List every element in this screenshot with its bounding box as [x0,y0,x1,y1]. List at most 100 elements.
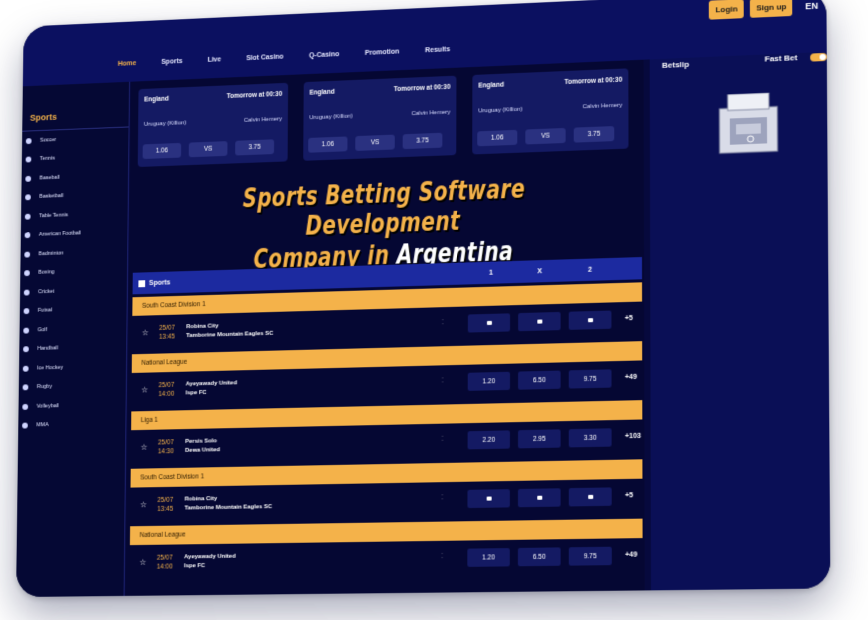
volleyball-icon [22,403,29,410]
sidebar-item-rugby[interactable]: Rugby [22,376,125,398]
rugby-icon [22,384,29,391]
odds-home-button[interactable] [467,489,510,509]
more-options-icon[interactable]: · · [441,492,443,502]
favorite-star-icon[interactable]: ☆ [141,443,148,452]
odds-home-button[interactable]: 1.06 [477,129,518,147]
sidebar-title: Sports [22,81,130,132]
more-markets-button[interactable]: +49 [625,374,637,381]
nav-home[interactable]: Home [118,60,137,68]
fast-bet-label: Fast Bet [764,53,798,64]
favorite-star-icon[interactable]: ☆ [139,558,146,567]
cricket-icon [23,289,30,296]
odds-away-button[interactable]: 3.30 [568,428,612,448]
betslip-title: Betslip [661,59,690,70]
card-time: Tomorrow at 00:30 [226,90,283,101]
lock-icon [536,319,542,324]
empty-betslip-icon [713,92,786,158]
odds-home-button[interactable]: 2.20 [467,430,510,450]
odds-vs-button[interactable]: VS [355,134,395,151]
signup-button[interactable]: Sign up [750,0,793,18]
odds-vs-button[interactable]: VS [525,127,566,145]
favorite-star-icon[interactable]: ☆ [141,385,148,394]
odds-draw-button[interactable]: 2.95 [518,429,561,449]
baseball-icon [25,175,32,182]
favorite-star-icon[interactable]: ☆ [142,328,149,337]
card-home: Uruguay (Killion) [309,113,353,122]
odds-vs-button[interactable]: VS [188,141,228,158]
more-options-icon[interactable]: · · [442,317,444,327]
handball-icon [23,346,29,353]
more-options-icon[interactable]: · · [442,375,444,385]
fast-bet-toggle[interactable] [810,52,827,62]
odds-home-button[interactable] [467,313,511,333]
grid-icon [138,279,146,287]
odds-away-button[interactable]: 9.75 [568,546,612,566]
boxing-icon [24,270,30,277]
more-markets-button[interactable]: +5 [625,492,633,499]
login-button[interactable]: Login [709,0,744,20]
lock-icon [536,495,542,500]
nav-q-casino[interactable]: Q-Casino [309,51,339,59]
sidebar-item-ice-hockey[interactable]: Ice Hockey [22,356,126,378]
odds-home-button[interactable]: 1.20 [467,371,511,391]
odds-away-button[interactable]: 3.75 [235,139,275,156]
golf-icon [23,327,30,334]
odds-draw-button[interactable] [518,311,561,332]
table-tennis-icon [24,213,31,220]
card-away: Calvin Hemery [411,109,451,118]
lock-icon [486,320,492,326]
nav-sports[interactable]: Sports [161,58,182,66]
card-time: Tomorrow at 00:30 [564,76,623,87]
card-away: Calvin Hemery [243,116,283,124]
mma-icon [22,422,28,429]
card-home: Uruguay (Killion) [143,120,187,128]
card-time: Tomorrow at 00:30 [393,83,451,94]
nav-slot-casino[interactable]: Slot Casino [246,54,283,62]
card-league: England [478,81,504,90]
lock-icon [486,496,492,501]
odds-draw-button[interactable] [517,488,561,508]
more-markets-button[interactable]: +103 [625,433,641,440]
odds-home-button[interactable]: 1.06 [142,142,182,160]
featured-matches: England Tomorrow at 00:30 Uruguay (Killi… [137,68,629,168]
sidebar-item-volleyball[interactable]: Volleyball [22,395,125,417]
ice-hockey-icon [22,365,29,372]
card-away: Calvin Hemery [582,102,623,111]
odds-draw-button[interactable]: 6.50 [518,370,561,390]
odds-home-button[interactable]: 1.06 [308,136,348,153]
soccer-icon [25,137,32,144]
table-row: ☆ 25/07 14:00 Ayeyawady United Ispe FC · · … [129,538,643,581]
featured-match-card[interactable]: England Tomorrow at 00:30 Uruguay (Killi… [472,68,629,155]
more-markets-button[interactable]: +49 [625,551,637,558]
more-options-icon[interactable]: · · [441,434,443,444]
language-selector[interactable]: EN [805,0,818,11]
odds-home-button[interactable]: 1.20 [467,548,510,567]
nav-live[interactable]: Live [208,56,222,63]
betslip-panel: Betslip Fast Bet [649,51,831,591]
more-markets-button[interactable]: +5 [625,315,633,322]
lock-icon [587,318,593,323]
american-football-icon [24,232,31,239]
odds-away-button[interactable] [568,487,612,507]
column-away: 2 [587,266,592,274]
nav-results[interactable]: Results [425,46,450,54]
futsal-icon [23,308,30,315]
odds-away-button[interactable]: 3.75 [573,126,615,143]
nav-promotion[interactable]: Promotion [365,48,400,56]
featured-match-card[interactable]: England Tomorrow at 00:30 Uruguay (Killi… [137,82,289,168]
main-content: England Tomorrow at 00:30 Uruguay (Killi… [125,59,645,596]
odds-draw-button[interactable]: 6.50 [517,547,561,567]
column-home: 1 [489,269,493,277]
sports-sidebar: Sports Soccer Tennis Baseball Basketball… [16,81,131,598]
app-window: Home Sports Live Slot Casino Q-Casino Pr… [16,0,831,598]
more-options-icon[interactable]: · · [441,551,443,561]
odds-away-button[interactable] [568,310,612,330]
sidebar-item-mma[interactable]: MMA [22,414,126,435]
table-row: ☆ 25/07 13:45 Robina City Tamborine Mounta… [130,478,643,524]
odds-away-button[interactable]: 3.75 [402,132,443,150]
badminton-icon [24,251,31,258]
hero-banner: Sports Betting Software Development Comp… [129,160,644,274]
odds-away-button[interactable]: 9.75 [568,369,612,389]
featured-match-card[interactable]: England Tomorrow at 00:30 Uruguay (Killi… [303,75,457,161]
favorite-star-icon[interactable]: ☆ [140,500,147,509]
